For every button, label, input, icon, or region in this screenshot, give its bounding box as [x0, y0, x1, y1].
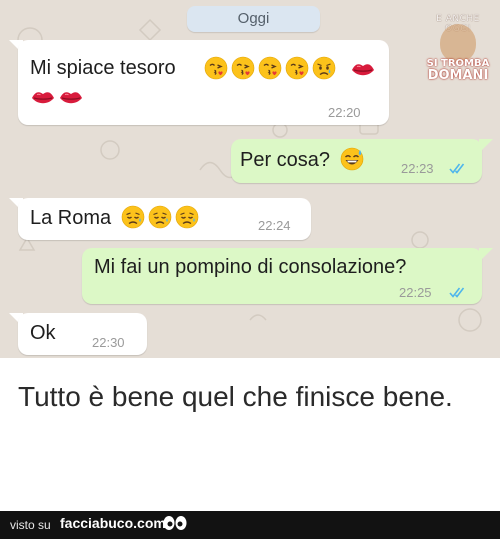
message-outgoing[interactable]: Mi fai un pompino di consolazione? 22:25 — [82, 248, 482, 304]
watermark-logo: E ANCHE OGGI SI TROMBA DOMANI — [418, 2, 498, 83]
sad-face-icon — [148, 205, 172, 229]
chat-area[interactable]: Oggi E ANCHE OGGI SI TROMBA DOMANI Mi sp… — [0, 0, 500, 358]
message-incoming[interactable]: Ok 22:30 — [18, 313, 147, 355]
outgoing-bubble-tail — [479, 139, 493, 153]
message-incoming[interactable]: La Roma 22:24 — [18, 198, 311, 240]
date-divider: Oggi — [187, 6, 320, 32]
meme-caption: Tutto è bene quel che finisce bene. — [18, 381, 453, 412]
message-text: Per cosa? — [240, 149, 331, 171]
eyes-icon — [163, 516, 187, 530]
outgoing-bubble-tail — [479, 248, 493, 262]
sad-face-icon — [175, 205, 199, 229]
kiss-mark-icon — [59, 91, 83, 104]
footer-site-link[interactable]: facciabuco.com — [60, 515, 166, 531]
watermark-portrait — [440, 24, 476, 62]
read-receipt-icon — [449, 163, 465, 174]
footer-bar: visto su facciabuco.com — [0, 511, 500, 539]
message-text: Ok — [30, 322, 56, 344]
message-outgoing[interactable]: Per cosa? 22:23 — [231, 139, 482, 183]
message-time: 22:23 — [401, 161, 434, 176]
kiss-mark-icon — [351, 63, 375, 76]
read-receipt-icon — [449, 287, 465, 298]
message-incoming[interactable]: Mi spiace tesoro 22:20 — [18, 40, 389, 125]
message-time: 22:25 — [399, 285, 432, 300]
message-time: 22:30 — [92, 335, 125, 350]
message-text: Mi spiace tesoro — [30, 57, 176, 79]
message-time: 22:20 — [328, 105, 361, 120]
face-blowing-kiss-icon — [231, 56, 255, 80]
footer-prefix: visto su — [10, 518, 51, 532]
face-blowing-kiss-icon — [204, 56, 228, 80]
face-blowing-kiss-icon — [285, 56, 309, 80]
watermark-line-2: DOMANI — [427, 68, 489, 83]
message-time: 22:24 — [258, 218, 291, 233]
kiss-mark-icon — [31, 91, 55, 104]
grinning-sweat-face-icon — [340, 147, 364, 171]
crying-face-icon — [312, 56, 336, 80]
message-text: La Roma — [30, 207, 112, 229]
face-blowing-kiss-icon — [258, 56, 282, 80]
sad-face-icon — [121, 205, 145, 229]
message-text: Mi fai un pompino di consolazione? — [94, 256, 407, 278]
